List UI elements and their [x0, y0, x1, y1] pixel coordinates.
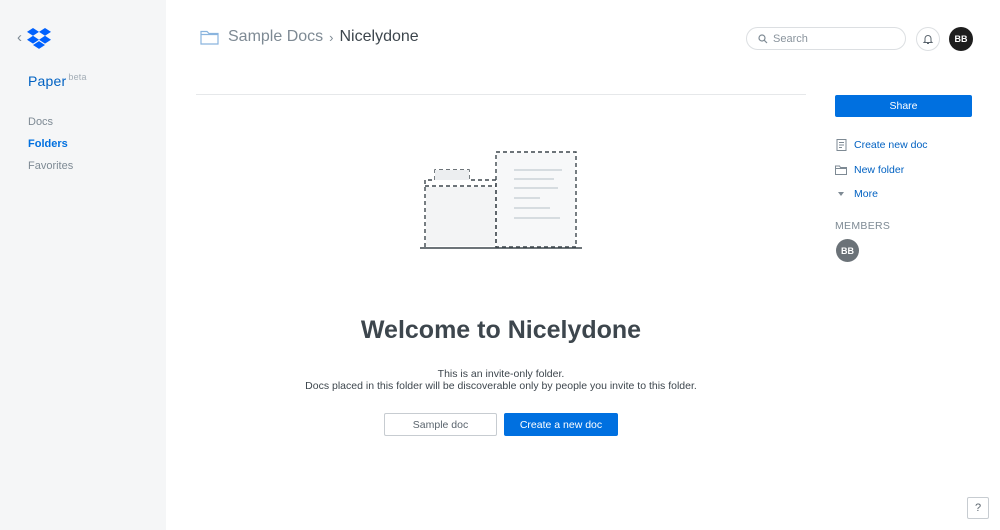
more-action[interactable]: More	[835, 182, 928, 207]
action-label: More	[854, 188, 878, 201]
folder-description: This is an invite-only folder. Docs plac…	[196, 368, 806, 392]
help-button[interactable]: ?	[967, 497, 989, 519]
notifications-button[interactable]	[916, 27, 940, 51]
back-chevron-icon[interactable]: ‹	[17, 30, 22, 45]
breadcrumb: Sample Docs › Nicelydone	[200, 28, 419, 46]
folder-icon	[200, 30, 219, 45]
create-new-doc-action[interactable]: Create new doc	[835, 133, 928, 158]
chevron-right-icon: ›	[329, 29, 334, 45]
search-icon	[758, 33, 768, 43]
members-label: MEMBERS	[835, 220, 891, 232]
search-box	[746, 27, 906, 50]
paper-brand[interactable]: Paper beta	[28, 72, 87, 89]
create-new-doc-button[interactable]: Create a new doc	[504, 413, 618, 436]
description-line: Docs placed in this folder will be disco…	[305, 380, 697, 392]
user-avatar[interactable]: BB	[949, 27, 973, 51]
sidebar: ‹ Paper beta Docs Folders Favorites	[0, 0, 166, 530]
member-avatar[interactable]: BB	[836, 239, 859, 262]
description-line: This is an invite-only folder.	[437, 368, 565, 380]
sidebar-item-favorites[interactable]: Favorites	[28, 160, 73, 182]
breadcrumb-parent[interactable]: Sample Docs	[228, 28, 323, 46]
sidebar-item-folders[interactable]: Folders	[28, 138, 73, 160]
caret-down-icon	[835, 188, 847, 200]
welcome-heading: Welcome to Nicelydone	[360, 316, 642, 344]
brand-name: Paper	[28, 73, 67, 89]
action-label: New folder	[854, 163, 905, 176]
empty-folder-illustration	[420, 151, 582, 249]
breadcrumb-current: Nicelydone	[339, 28, 419, 45]
sidebar-nav: Docs Folders Favorites	[28, 116, 73, 182]
divider	[196, 94, 806, 95]
action-label: Create new doc	[854, 139, 928, 152]
bell-icon	[922, 35, 934, 44]
sidebar-item-docs[interactable]: Docs	[28, 116, 73, 138]
doc-icon	[835, 139, 847, 152]
folder-icon	[835, 164, 847, 176]
folder-actions: Create new doc New folder More	[835, 133, 928, 207]
beta-tag: beta	[68, 72, 87, 82]
new-folder-action[interactable]: New folder	[835, 158, 928, 183]
dropbox-logo-icon[interactable]	[27, 28, 51, 50]
search-input[interactable]	[773, 32, 893, 45]
sample-doc-button[interactable]: Sample doc	[384, 413, 497, 436]
share-button[interactable]: Share	[835, 95, 972, 117]
